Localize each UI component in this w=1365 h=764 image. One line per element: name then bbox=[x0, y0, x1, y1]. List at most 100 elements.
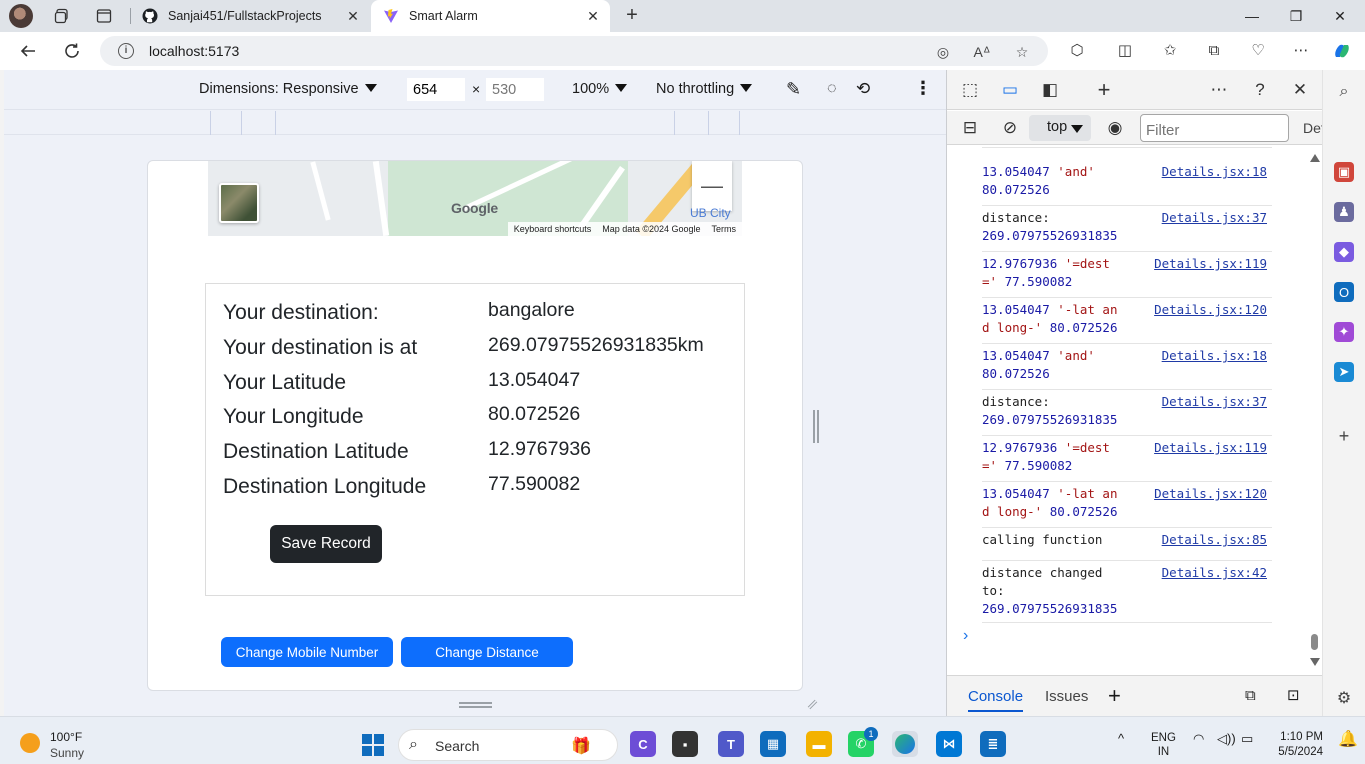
dock-side-icon[interactable]: ◧ bbox=[1037, 77, 1063, 103]
viewport-resize-handle-bottom[interactable] bbox=[459, 702, 492, 708]
back-button[interactable] bbox=[15, 39, 41, 63]
read-aloud-icon[interactable]: Aᐞ bbox=[973, 43, 991, 61]
close-devtools-icon[interactable]: ✕ bbox=[1287, 77, 1313, 103]
console-source-link[interactable]: Details.jsx:119 bbox=[1154, 440, 1267, 455]
console-source-link[interactable]: Details.jsx:37 bbox=[1162, 210, 1267, 225]
notepad-icon[interactable]: ≣ bbox=[980, 731, 1006, 757]
console-source-link[interactable]: Details.jsx:18 bbox=[1162, 164, 1267, 179]
workspaces-icon[interactable] bbox=[52, 6, 72, 26]
tools-icon[interactable]: ♟ bbox=[1334, 202, 1354, 222]
google-map[interactable]: Google — UB City Keyboard shortcuts Map … bbox=[208, 161, 742, 236]
close-window-button[interactable]: ✕ bbox=[1317, 0, 1363, 32]
vertical-tabs-icon[interactable] bbox=[94, 6, 114, 26]
collapse-drawer-icon[interactable]: ⊡ bbox=[1287, 686, 1300, 704]
refresh-button[interactable] bbox=[59, 39, 85, 63]
restore-button[interactable]: ❐ bbox=[1273, 0, 1319, 32]
scroll-thumb[interactable] bbox=[1311, 634, 1318, 650]
clock[interactable]: 1:10 PM 5/5/2024 bbox=[1275, 730, 1323, 760]
copilot-icon[interactable] bbox=[1332, 41, 1352, 61]
favorites-icon[interactable]: ✩ bbox=[1160, 41, 1180, 61]
tab-console[interactable]: Console bbox=[968, 688, 1024, 712]
minimize-button[interactable]: — bbox=[1229, 0, 1275, 32]
designer-icon[interactable]: ✦ bbox=[1334, 322, 1354, 342]
live-expression-eye-icon[interactable]: ◉ bbox=[1102, 115, 1128, 141]
store-icon[interactable]: ▦ bbox=[760, 731, 786, 757]
height-input[interactable] bbox=[486, 78, 544, 101]
extensions-icon[interactable]: ⬡ bbox=[1067, 41, 1087, 61]
console-source-link[interactable]: Details.jsx:119 bbox=[1154, 256, 1267, 271]
clear-console-icon[interactable]: ⊘ bbox=[997, 115, 1023, 141]
console-filter-input[interactable] bbox=[1140, 114, 1289, 142]
terms-link[interactable]: Terms bbox=[712, 224, 737, 234]
change-mobile-number-button[interactable]: Change Mobile Number bbox=[221, 637, 393, 667]
favorite-star-icon[interactable]: ☆ bbox=[1013, 43, 1031, 61]
site-info-icon[interactable]: i bbox=[118, 43, 134, 59]
sunny-weather-icon[interactable] bbox=[20, 733, 40, 753]
rotate-icon[interactable]: ⟲ bbox=[856, 79, 870, 99]
weather-condition[interactable]: Sunny bbox=[50, 746, 84, 760]
url-text[interactable]: localhost:5173 bbox=[149, 43, 239, 59]
console-source-link[interactable]: Details.jsx:85 bbox=[1162, 532, 1267, 547]
send-icon[interactable]: ➤ bbox=[1334, 362, 1354, 382]
sensor-icon[interactable]: ◌ bbox=[827, 80, 837, 98]
copilot-taskbar-icon[interactable]: C bbox=[630, 731, 656, 757]
add-drawer-tab-icon[interactable]: + bbox=[1108, 683, 1121, 709]
location-icon[interactable]: ◎ bbox=[934, 43, 952, 61]
console-source-link[interactable]: Details.jsx:120 bbox=[1154, 302, 1267, 317]
more-tools-plus-icon[interactable]: + bbox=[1091, 77, 1117, 103]
address-bar[interactable]: i localhost:5173 ◎ Aᐞ ☆ bbox=[100, 36, 1048, 66]
devtools-menu-icon[interactable]: ⋯ bbox=[1206, 77, 1232, 103]
outlook-icon[interactable]: O bbox=[1334, 282, 1354, 302]
eyedropper-icon[interactable]: ✎ bbox=[786, 79, 801, 100]
sidebar-search-icon[interactable]: ⌕ bbox=[1334, 82, 1354, 102]
games-icon[interactable]: ◆ bbox=[1334, 242, 1354, 262]
battery-icon[interactable]: ▭ bbox=[1241, 731, 1253, 747]
close-tab-icon[interactable]: ✕ bbox=[582, 8, 604, 25]
viewport-resize-handle-right[interactable] bbox=[813, 410, 819, 443]
taskbar-search[interactable]: ⌕ Search 🎁 bbox=[398, 729, 618, 761]
scroll-down-icon[interactable] bbox=[1310, 658, 1320, 666]
weather-temperature[interactable]: 100°F bbox=[50, 730, 82, 744]
profile-avatar[interactable] bbox=[9, 4, 33, 28]
vscode-icon[interactable]: ⋈ bbox=[936, 731, 962, 757]
console-source-link[interactable]: Details.jsx:120 bbox=[1154, 486, 1267, 501]
console-prompt-icon[interactable]: › bbox=[963, 627, 968, 645]
sidebar-settings-icon[interactable]: ⚙ bbox=[1334, 688, 1354, 708]
tab-issues[interactable]: Issues bbox=[1045, 688, 1088, 705]
teams-icon[interactable]: T bbox=[718, 731, 744, 757]
split-screen-icon[interactable]: ◫ bbox=[1115, 41, 1135, 61]
language-indicator[interactable]: ENG IN bbox=[1151, 731, 1176, 759]
file-explorer-icon[interactable]: ▬ bbox=[806, 731, 832, 757]
volume-icon[interactable]: ◁)) bbox=[1217, 731, 1236, 747]
wifi-icon[interactable]: ◠ bbox=[1193, 731, 1204, 747]
dimensions-dropdown[interactable]: Dimensions: Responsive bbox=[199, 81, 377, 97]
width-input[interactable] bbox=[407, 78, 465, 101]
throttling-dropdown[interactable]: No throttling bbox=[656, 81, 753, 97]
sidebar-add-icon[interactable]: + bbox=[1334, 426, 1354, 446]
keyboard-shortcuts-link[interactable]: Keyboard shortcuts bbox=[514, 224, 592, 234]
zoom-dropdown[interactable]: 100% bbox=[572, 81, 628, 97]
tab-github[interactable]: Sanjai451/FullstackProjects ✕ bbox=[130, 0, 370, 32]
tab-smart-alarm[interactable]: Smart Alarm ✕ bbox=[371, 0, 610, 32]
dock-drawer-icon[interactable]: ⧉ bbox=[1245, 687, 1256, 704]
console-sidebar-icon[interactable]: ⊟ bbox=[957, 115, 983, 141]
inspect-element-icon[interactable]: ⬚ bbox=[957, 77, 983, 103]
edge-taskbar-icon[interactable] bbox=[892, 731, 918, 757]
shopping-icon[interactable]: ▣ bbox=[1334, 162, 1354, 182]
console-source-link[interactable]: Details.jsx:42 bbox=[1162, 565, 1267, 580]
console-source-link[interactable]: Details.jsx:18 bbox=[1162, 348, 1267, 363]
zoom-out-button[interactable]: — bbox=[692, 161, 732, 211]
new-tab-button[interactable]: + bbox=[620, 4, 644, 28]
device-emulation-icon[interactable]: ▭ bbox=[997, 77, 1023, 103]
change-distance-button[interactable]: Change Distance bbox=[401, 637, 573, 667]
tray-overflow-icon[interactable]: ^ bbox=[1118, 731, 1124, 746]
notifications-bell-icon[interactable]: 🔔 bbox=[1338, 729, 1358, 749]
console-source-link[interactable]: Details.jsx:37 bbox=[1162, 394, 1267, 409]
save-record-button[interactable]: Save Record bbox=[270, 525, 382, 563]
close-tab-icon[interactable]: ✕ bbox=[342, 8, 364, 25]
context-selector[interactable]: top bbox=[1029, 115, 1091, 141]
performance-icon[interactable]: ♡ bbox=[1248, 41, 1268, 61]
help-icon[interactable]: ? bbox=[1247, 77, 1273, 103]
more-options-icon[interactable]: ⋯ bbox=[1291, 41, 1311, 61]
device-more-icon[interactable]: ⋮ bbox=[914, 78, 932, 99]
